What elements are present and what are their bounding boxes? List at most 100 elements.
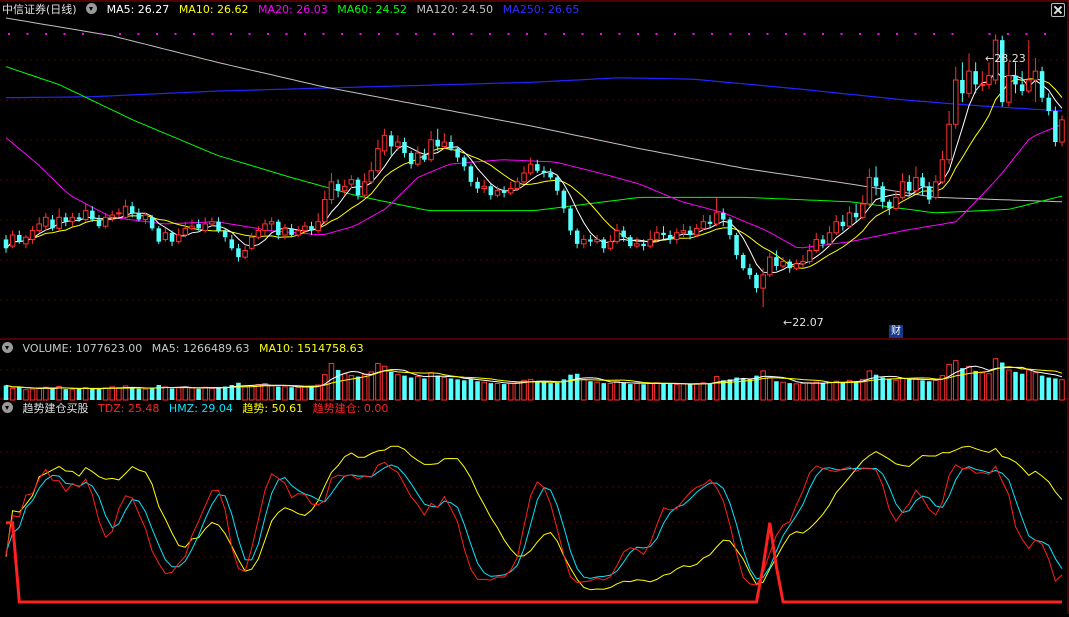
candle [149,215,155,231]
signal-dot [452,33,454,35]
volume-bar [1026,369,1032,401]
volume-bar [29,388,36,401]
volume-bar [315,384,321,401]
low-price-label: ←22.07 [783,316,824,329]
volume-bar [368,371,375,401]
signal-dot [285,33,288,35]
candle-body [29,230,36,240]
candle-body [1032,70,1039,81]
volume-bar [793,383,800,401]
candle-body [468,166,474,182]
signal-dot [156,33,158,35]
signal-dot [655,33,658,35]
signal-dot [304,33,306,35]
candle [309,221,314,235]
volume-bar [594,381,600,401]
volume-bar [1019,373,1025,400]
candle-body [986,75,992,85]
volume-bar [475,381,480,400]
volume-bar [647,382,653,401]
candle-body [142,214,149,220]
candle-body [973,71,978,85]
volume-bar [734,377,739,400]
jiancang-line [6,521,1062,604]
volume-bar [1039,375,1045,400]
candle [229,235,235,251]
chevron-down-icon[interactable] [2,342,13,353]
candle-body [209,221,215,225]
indicator-name: 趋势建仓买股 [22,402,89,415]
candle [793,259,800,271]
volume-bar [1046,377,1051,400]
legend-ma10: MA10: 26.62 [178,3,249,16]
volume-bar [441,377,448,401]
signal-dot [896,33,898,35]
candle-body [933,181,939,198]
kline-chart[interactable] [0,0,1069,614]
volume-bar [162,386,169,401]
candle [939,150,946,185]
volume-bar [574,373,580,400]
volume-bar [189,387,195,401]
volume-bar [216,387,221,400]
candle-body [647,238,653,247]
candle-body [408,153,414,165]
candle [833,215,839,235]
candle [268,217,275,231]
volume-bar [209,387,215,401]
signal-dot [1044,33,1046,35]
volume-bars [3,358,1065,401]
candle-body [939,159,946,183]
candle [960,62,965,103]
close-icon[interactable] [1051,3,1065,17]
candle [754,272,759,293]
candle-body [462,157,467,167]
qushi-line [5,445,1063,591]
volume-bar [268,385,275,401]
volume-bar [435,375,440,400]
volume-bar [328,362,335,401]
candle [50,215,55,231]
candle [548,168,553,180]
volume-bar [69,389,76,401]
volume-bar [236,382,241,400]
candle-body [913,176,919,192]
volume-bar [341,373,348,401]
chevron-down-icon[interactable] [2,402,13,413]
candle-body [229,239,235,249]
volume-bar [415,376,421,401]
indicator-lines [5,445,1063,604]
high-price-label: ←28.23 [985,52,1026,65]
candle [601,237,606,253]
volume-bar [634,383,640,401]
signal-dot [600,33,602,35]
chevron-down-icon[interactable] [86,3,98,14]
candle-body [136,212,142,220]
candle [727,217,733,240]
candle [767,252,773,278]
candle-body [481,185,487,190]
candle-body [455,148,460,158]
volume-bar [90,388,95,400]
candle-body [1046,97,1051,111]
candle [647,230,653,249]
volume-bar [361,374,368,401]
candle-body [767,256,773,276]
signal-dot [415,33,417,35]
candle [415,146,421,167]
volume-bar [774,381,779,400]
candle-body [707,221,713,224]
legend-ma250: MA250: 26.65 [502,3,580,16]
signal-dot [359,33,362,35]
candle-body [196,223,201,229]
volume-bar [1006,369,1012,401]
volume-bar [175,387,182,401]
legend-ma20: MA20: 26.03 [258,3,328,16]
candle-body [169,232,175,242]
volume-bar [952,360,959,401]
candle [69,212,76,227]
financial-report-badge[interactable]: 财 [889,325,903,338]
candle-body [507,188,514,194]
volume-bar [654,382,660,401]
volume-legend: VOLUME: 1077623.00 MA5: 1266489.63 MA10:… [2,341,370,357]
